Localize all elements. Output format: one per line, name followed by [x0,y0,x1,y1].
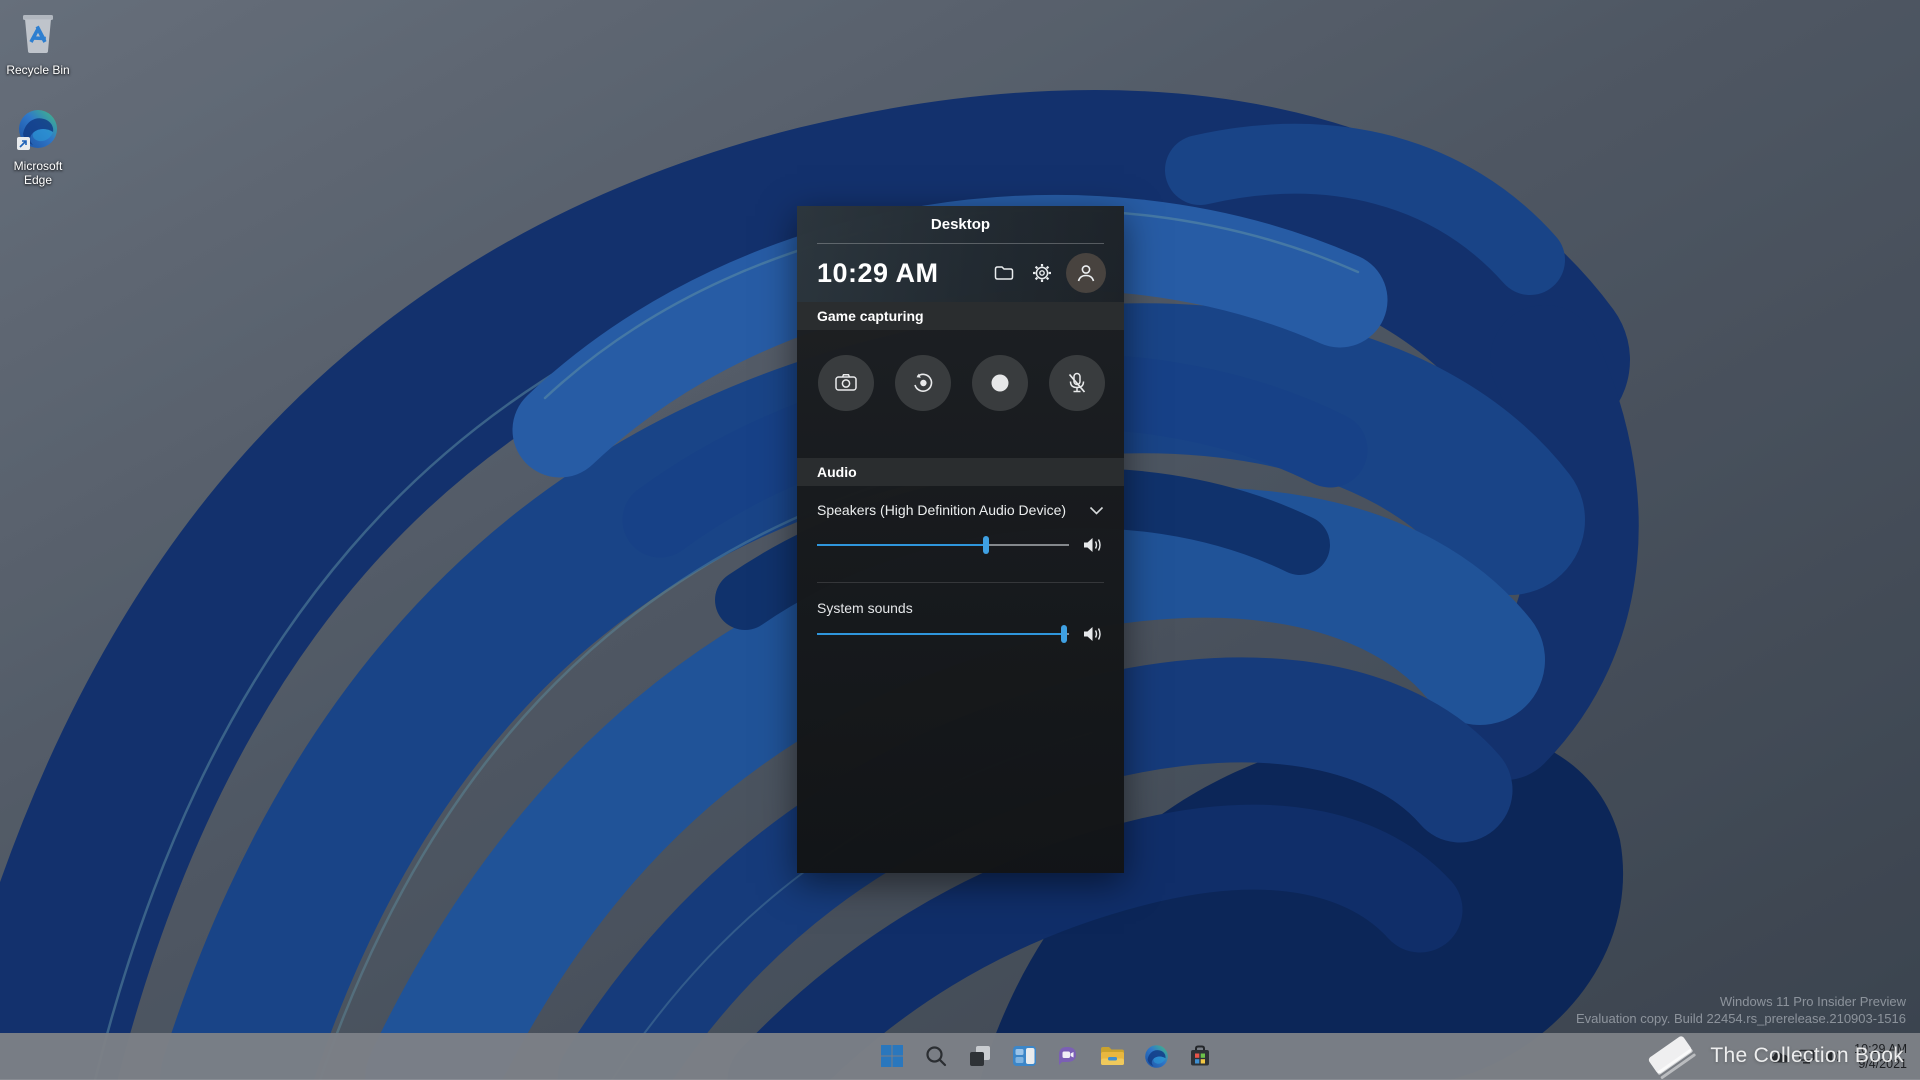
system-sounds-thumb[interactable] [1061,625,1067,643]
audio-device-selector[interactable]: Speakers (High Definition Audio Device) [817,502,1104,518]
profile-button[interactable] [1066,253,1106,293]
game-bar-clock: 10:29 AM [817,258,982,289]
chevron-down-icon [1089,506,1104,515]
gear-icon [1032,263,1052,283]
slider-track [817,633,1069,635]
store-icon [1188,1044,1212,1068]
desktop-icon-label: Microsoft Edge [3,159,73,187]
game-bar-header: Desktop 10:29 AM [797,206,1124,302]
edge-icon [17,108,59,150]
record-dot-icon [988,371,1012,395]
volume-tray-button[interactable] [1824,1049,1842,1064]
shortcut-arrow-icon [17,137,30,150]
divider [817,582,1104,583]
capture-folder-button[interactable] [988,257,1020,289]
taskbar-system-tray: 10:29 AM 9/4/2021 [1770,1033,1920,1080]
speakers-volume-slider[interactable] [817,536,1069,554]
record-history-icon [911,371,935,395]
taskbar-task-view-button[interactable] [960,1036,1000,1076]
record-last-30s-button[interactable] [895,355,951,411]
taskbar-start-button[interactable] [872,1036,912,1076]
clock-date: 9/4/2021 [1854,1057,1907,1072]
microphone-muted-button[interactable] [1049,355,1105,411]
slider-fill [817,633,1064,635]
taskbar-center-icons [872,1036,1220,1076]
system-sounds-label: System sounds [817,600,1104,616]
section-header-audio: Audio [797,458,1124,486]
clock-time: 10:29 AM [1854,1042,1907,1057]
taskbar: 10:29 AM 9/4/2021 [0,1033,1920,1080]
taskbar-clock[interactable]: 10:29 AM 9/4/2021 [1854,1042,1907,1072]
mic-off-icon [1065,371,1089,395]
file-explorer-icon [1100,1045,1125,1067]
system-sounds-slider[interactable] [817,625,1069,643]
desktop-icon-label: Recycle Bin [0,63,76,77]
slider-fill [817,544,986,546]
screenshot-button[interactable] [818,355,874,411]
desktop-icon-recycle-bin[interactable]: Recycle Bin [0,10,76,77]
person-icon [1075,262,1097,284]
chat-icon [1056,1044,1080,1068]
panel-title: Desktop [797,206,1124,243]
desktop-icon-microsoft-edge[interactable]: Microsoft Edge [0,108,76,187]
settings-button[interactable] [1026,257,1058,289]
taskbar-search-button[interactable] [916,1036,956,1076]
task-view-icon [968,1044,992,1068]
speakers-volume-thumb[interactable] [983,536,989,554]
display-icon [1798,1049,1815,1064]
camera-icon [834,372,858,394]
onedrive-tray-button[interactable] [1770,1050,1789,1063]
watermark-line2: Evaluation copy. Build 22454.rs_prerelea… [1576,1010,1906,1027]
speaker-volume-icon [1082,625,1104,643]
audio-device-name: Speakers (High Definition Audio Device) [817,502,1089,518]
search-icon [924,1044,948,1068]
folder-icon [994,264,1014,282]
evaluation-watermark: Windows 11 Pro Insider Preview Evaluatio… [1576,993,1906,1027]
taskbar-file-explorer-button[interactable] [1092,1036,1132,1076]
hardware-tray-button[interactable] [1798,1049,1815,1064]
start-icon [880,1044,904,1068]
volume-icon [1824,1049,1842,1064]
widgets-icon [1012,1045,1037,1067]
slider-track [817,544,1069,546]
game-bar-panel: Desktop 10:29 AM [797,206,1124,873]
taskbar-chat-button[interactable] [1048,1036,1088,1076]
start-recording-button[interactable] [972,355,1028,411]
speaker-volume-icon [1082,536,1104,554]
watermark-line1: Windows 11 Pro Insider Preview [1576,993,1906,1010]
capture-buttons-row [797,330,1124,444]
section-header-game-capturing: Game capturing [797,302,1124,330]
taskbar-edge-button[interactable] [1136,1036,1176,1076]
cloud-icon [1770,1050,1789,1063]
edge-icon [1144,1044,1169,1069]
taskbar-widgets-button[interactable] [1004,1036,1044,1076]
taskbar-store-button[interactable] [1180,1036,1220,1076]
recycle-bin-icon [17,10,59,54]
